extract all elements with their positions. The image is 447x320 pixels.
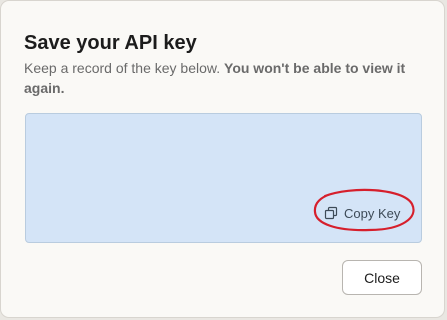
dialog-description: Keep a record of the key below. You won'… (24, 58, 429, 98)
copy-key-label: Copy Key (344, 205, 401, 221)
close-button[interactable]: Close (342, 260, 422, 295)
dialog-title: Save your API key (24, 32, 197, 54)
copy-icon (324, 206, 338, 220)
api-key-dialog: Save your API key Keep a record of the k… (0, 0, 445, 318)
description-text: Keep a record of the key below. (24, 60, 225, 76)
copy-key-button[interactable]: Copy Key (322, 202, 402, 224)
